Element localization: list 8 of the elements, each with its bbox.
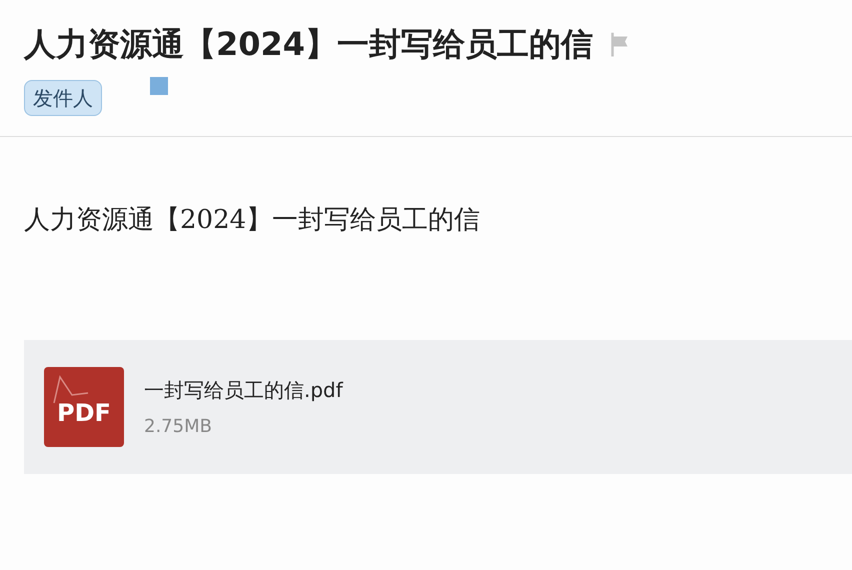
email-subject: 人力资源通【2024】一封写给员工的信 <box>24 24 594 64</box>
email-body: 人力资源通【2024】一封写给员工的信 <box>23 204 482 237</box>
attachment-name: 一封写给员工的信.pdf <box>144 376 343 404</box>
square-icon <box>150 77 168 95</box>
sender-label: 发件人 <box>24 80 102 116</box>
attachment-card[interactable]: PDF 一封写给员工的信.pdf 2.75MB <box>24 340 852 474</box>
attachment-size: 2.75MB <box>144 414 213 438</box>
pdf-file-icon: PDF <box>44 367 124 447</box>
